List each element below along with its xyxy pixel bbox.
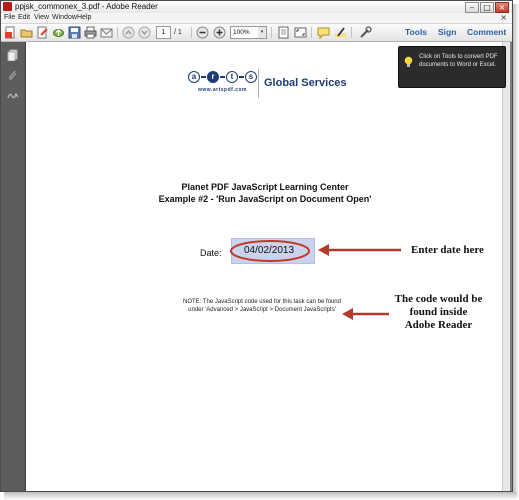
fit-page-icon[interactable] (277, 26, 290, 39)
annotation-overlay (230, 240, 401, 320)
attachments-icon[interactable] (7, 68, 19, 80)
code-callout-text: The code would be found inside Adobe Rea… (391, 293, 486, 332)
close-button[interactable]: × (495, 2, 509, 13)
signatures-icon[interactable] (7, 88, 19, 100)
maximize-button[interactable]: □ (480, 2, 494, 13)
logo-divider (258, 69, 259, 98)
code-callout-line: The code would be (394, 293, 483, 305)
window-title: ppjsk_commonex_3.pdf - Adobe Reader (15, 2, 158, 11)
code-callout-line: Adobe Reader (404, 319, 473, 331)
date-arrow-icon (318, 244, 401, 256)
document-title: Planet PDF JavaScript Learning Center (181, 182, 349, 192)
zoom-out-icon[interactable] (196, 26, 209, 39)
pdf-page: a r t s www.artspdf.com Global Services … (26, 42, 504, 491)
code-callout-line: found inside (409, 306, 468, 318)
logo-company-name: Global Services (264, 77, 347, 89)
create-pdf-icon[interactable] (4, 26, 17, 39)
main-toolbar: 1 / 1 100% ▾ Tools Sign Comment (1, 24, 512, 42)
navigation-panel (1, 42, 26, 491)
document-subtitle: Example #2 - 'Run JavaScript on Document… (158, 194, 372, 204)
full-screen-icon[interactable] (294, 26, 307, 39)
window-controls: – □ × (465, 2, 509, 13)
date-value: 04/02/2013 (244, 245, 295, 256)
customize-toolbar-icon[interactable] (359, 26, 372, 39)
highlight-text-icon[interactable] (334, 26, 347, 39)
save-icon[interactable] (68, 26, 81, 39)
tab-comment[interactable]: Comment (467, 24, 506, 41)
adobe-reader-window: ppjsk_commonex_3.pdf - Adobe Reader – □ … (0, 0, 513, 492)
window-shadow-bottom (4, 492, 517, 500)
logo-letter: t (226, 71, 238, 83)
page-total: / 1 (174, 29, 182, 36)
menu-edit[interactable]: Edit (18, 13, 30, 23)
cloud-upload-icon[interactable] (52, 26, 65, 39)
document-area: a r t s www.artspdf.com Global Services … (26, 42, 512, 491)
logo-dash (239, 76, 244, 78)
toolbar-separator (351, 27, 352, 38)
toolbar-separator (117, 27, 118, 38)
logo-url: www.artspdf.com (198, 87, 247, 93)
page-thumbnails-icon[interactable] (7, 48, 19, 62)
javascript-note: NOTE: The JavaScript code used for this … (183, 299, 341, 313)
logo-dash (201, 76, 206, 78)
logo-letter: r (207, 71, 219, 83)
tooltip-text: Click on Tools to convert PDF documents … (419, 54, 498, 68)
print-icon[interactable] (84, 26, 97, 39)
zoom-in-icon[interactable] (213, 26, 226, 39)
date-label: Date: (200, 248, 222, 258)
logo-letter: s (245, 71, 257, 83)
zoom-level-input[interactable]: 100% (230, 26, 259, 39)
lightbulb-icon (404, 55, 413, 67)
toolbar-separator (191, 27, 192, 38)
menu-bar: File Edit View Window Help × (1, 13, 512, 24)
menu-file[interactable]: File (4, 13, 15, 23)
adobe-reader-icon (3, 2, 12, 11)
note-arrow-icon (342, 308, 389, 320)
edit-pdf-icon[interactable] (36, 26, 49, 39)
sticky-note-icon[interactable] (317, 26, 330, 40)
open-file-icon[interactable] (20, 26, 33, 39)
tab-tools[interactable]: Tools (405, 24, 427, 41)
tools-tooltip: Click on Tools to convert PDF documents … (398, 46, 506, 88)
previous-page-icon[interactable] (122, 26, 135, 39)
menu-window[interactable]: Window (52, 13, 77, 23)
window-shadow-right (513, 4, 519, 496)
email-icon[interactable] (100, 26, 113, 39)
vertical-scrollbar[interactable] (502, 42, 510, 491)
next-page-icon[interactable] (138, 26, 151, 39)
logo-dash (220, 76, 225, 78)
toolbar-separator (271, 27, 272, 38)
menu-view[interactable]: View (34, 13, 49, 23)
menu-help[interactable]: Help (77, 13, 91, 23)
minimize-button[interactable]: – (465, 2, 479, 13)
tab-sign[interactable]: Sign (438, 24, 456, 41)
zoom-dropdown-icon[interactable]: ▾ (258, 26, 267, 39)
close-document-icon[interactable]: × (500, 13, 507, 23)
logo-letter: a (188, 71, 200, 83)
date-callout-text: Enter date here (411, 244, 484, 256)
page-number-input[interactable]: 1 (156, 26, 171, 39)
arts-logo: a r t s (188, 71, 257, 83)
toolbar-separator (311, 27, 312, 38)
